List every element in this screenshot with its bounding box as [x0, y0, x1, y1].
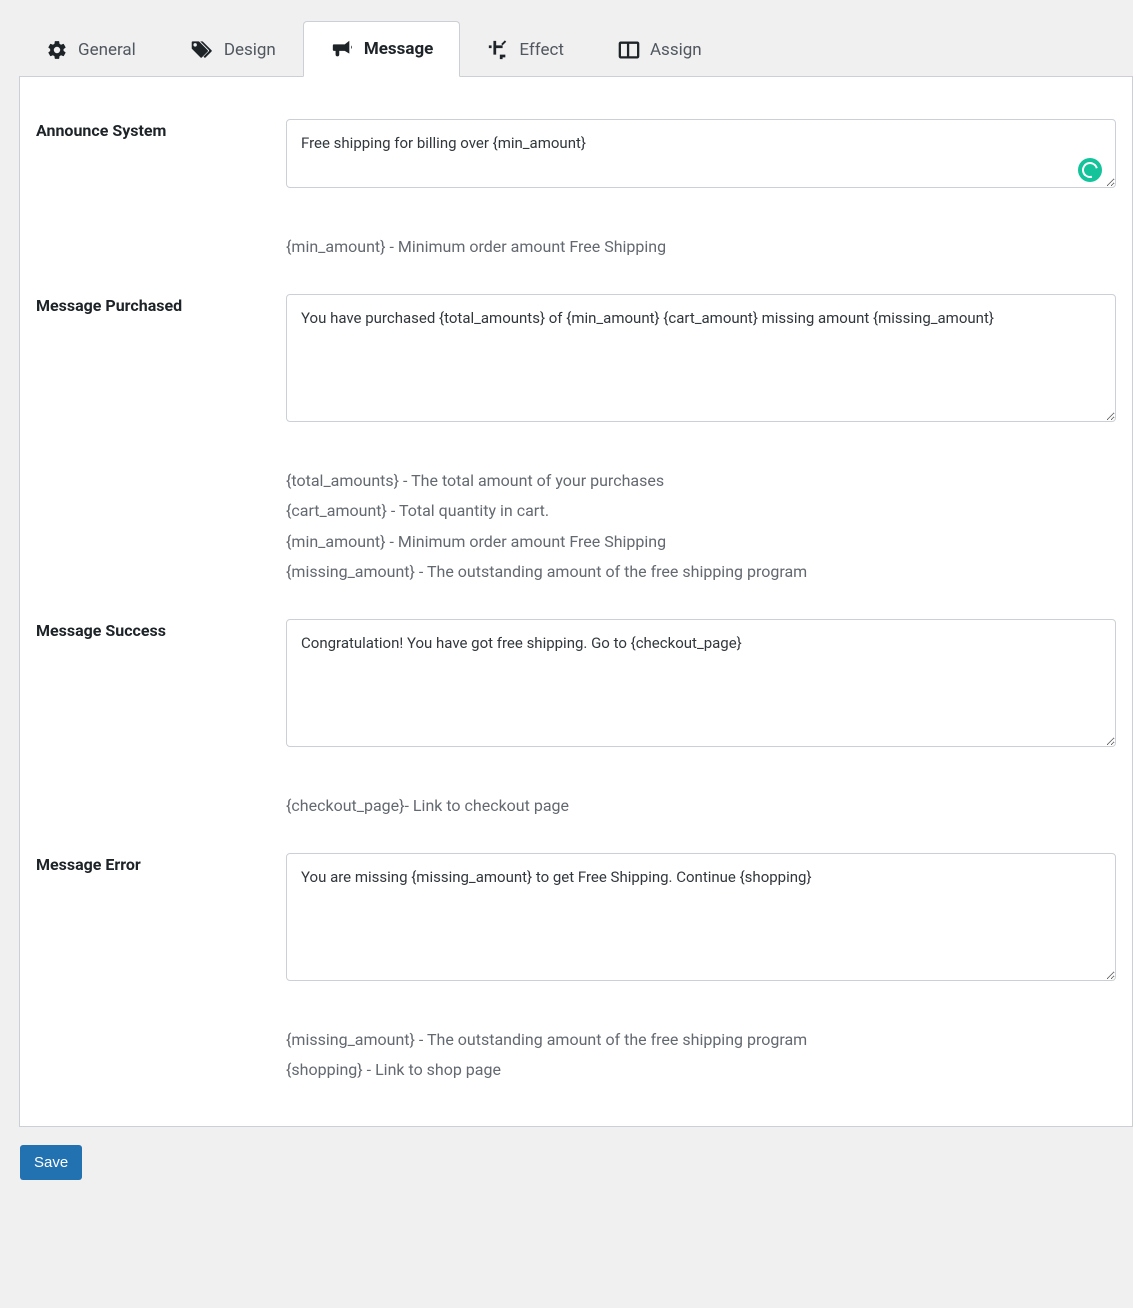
message-error-input[interactable]	[286, 853, 1116, 981]
field-message-success: Message Success {checkout_page}- Link to…	[36, 619, 1116, 821]
tab-assign[interactable]: Assign	[591, 21, 729, 77]
field-label: Message Purchased	[36, 294, 286, 315]
crop-icon	[487, 39, 509, 61]
field-announce-system: Announce System Free shipping for billin…	[36, 119, 1116, 262]
tab-general[interactable]: General	[19, 21, 163, 77]
bullhorn-icon	[330, 38, 354, 60]
field-label: Message Success	[36, 619, 286, 640]
tab-label: Design	[224, 40, 276, 60]
field-message-purchased: Message Purchased {total_amounts} - The …	[36, 294, 1116, 587]
tab-design[interactable]: Design	[163, 21, 303, 77]
hint-text: {total_amounts} - The total amount of yo…	[286, 466, 1116, 588]
field-label: Message Error	[36, 853, 286, 874]
settings-panel: Announce System Free shipping for billin…	[19, 77, 1133, 1127]
tab-label: General	[78, 40, 136, 60]
hint-text: {checkout_page}- Link to checkout page	[286, 791, 1116, 821]
hint-text: {min_amount} - Minimum order amount Free…	[286, 232, 1116, 262]
tab-bar: General Design Message Effect Assign	[19, 20, 1133, 77]
message-success-input[interactable]	[286, 619, 1116, 747]
save-button[interactable]: Save	[20, 1145, 82, 1180]
tab-label: Effect	[519, 40, 564, 60]
gear-icon	[46, 39, 68, 61]
hint-text: {missing_amount} - The outstanding amoun…	[286, 1025, 1116, 1086]
tab-effect[interactable]: Effect	[460, 21, 591, 77]
columns-icon	[618, 40, 640, 60]
message-purchased-input[interactable]	[286, 294, 1116, 422]
tags-icon	[190, 39, 214, 61]
field-label: Announce System	[36, 119, 286, 140]
tab-label: Assign	[650, 40, 702, 60]
grammarly-icon[interactable]	[1078, 158, 1102, 182]
tab-message[interactable]: Message	[303, 21, 461, 77]
tab-label: Message	[364, 39, 434, 59]
announce-system-input[interactable]: Free shipping for billing over {min_amou…	[286, 119, 1116, 188]
field-message-error: Message Error {missing_amount} - The out…	[36, 853, 1116, 1085]
